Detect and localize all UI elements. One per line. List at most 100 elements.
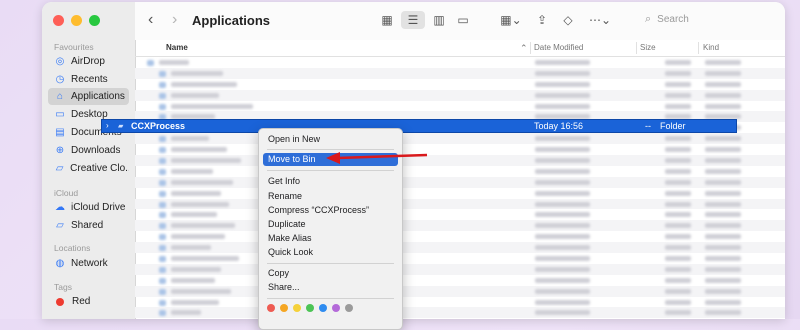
file-date-placeholder	[535, 212, 590, 218]
file-list-row[interactable]	[135, 220, 785, 232]
file-name-placeholder	[171, 266, 221, 272]
menu-item-share[interactable]: Share...	[263, 281, 398, 294]
tag-color-dot[interactable]	[306, 304, 314, 312]
menu-item-label: Copy	[268, 268, 290, 278]
file-name-placeholder	[171, 245, 211, 251]
file-kind-placeholder	[705, 234, 741, 240]
sidebar-item-creative-cloud[interactable]: ▱ Creative Clo...	[48, 160, 129, 177]
file-list-row[interactable]	[135, 166, 785, 177]
tag-color-dot[interactable]	[280, 304, 288, 312]
file-list-row[interactable]	[135, 275, 785, 286]
file-list-row[interactable]	[135, 144, 785, 155]
file-icon	[159, 277, 166, 284]
sidebar: Favourites ◎ AirDrop ◷ Recents ⌂ Applica…	[42, 2, 136, 319]
file-size-placeholder	[665, 168, 691, 174]
file-list-row[interactable]	[135, 155, 785, 166]
sidebar-item-airdrop[interactable]: ◎ AirDrop	[48, 53, 129, 70]
file-name-placeholder	[171, 234, 225, 240]
zoom-button[interactable]	[89, 15, 100, 26]
file-date-placeholder	[535, 158, 590, 164]
file-list-row[interactable]	[135, 198, 785, 210]
selected-file-row[interactable]: › ▰ CCXProcess Today 16:56 -- Folder	[101, 119, 737, 133]
file-list-row[interactable]	[135, 79, 785, 90]
file-size-placeholder	[665, 212, 691, 218]
menu-item-open-in-new[interactable]: Open in New	[263, 133, 398, 146]
menu-item-label: Get Info	[268, 176, 301, 186]
share-icon[interactable]: ⇪	[534, 11, 550, 29]
menu-item-quick-look[interactable]: Quick Look	[263, 246, 398, 259]
chevron-left-icon[interactable]: ‹	[148, 11, 153, 29]
sidebar-item-tag-red[interactable]: Red	[48, 293, 129, 310]
column-name[interactable]: Name	[166, 43, 188, 52]
menu-item-make-alias[interactable]: Make Alias	[263, 232, 398, 245]
file-list-row[interactable]	[135, 297, 785, 308]
file-kind-placeholder	[705, 179, 741, 185]
file-list-row[interactable]	[135, 67, 785, 79]
sidebar-item-label: Network	[71, 258, 108, 269]
file-list-row[interactable]	[135, 133, 785, 145]
file-list-row[interactable]	[135, 57, 785, 68]
minimize-button[interactable]	[71, 15, 82, 26]
sidebar-item-downloads[interactable]: ⊕ Downloads	[48, 142, 129, 159]
file-list-row[interactable]	[135, 209, 785, 220]
search-field[interactable]: ⌕ Search	[645, 13, 689, 26]
tag-color-dot[interactable]	[319, 304, 327, 312]
file-list-row[interactable]	[135, 188, 785, 199]
sidebar-item-shared[interactable]: ▱ Shared	[48, 217, 129, 234]
menu-item-rename[interactable]: Rename	[263, 190, 398, 203]
file-list-row[interactable]	[135, 242, 785, 254]
file-size: --	[645, 121, 651, 131]
file-kind-placeholder	[705, 190, 741, 196]
file-date-placeholder	[535, 190, 590, 196]
tag-color-dot[interactable]	[345, 304, 353, 312]
group-by-icon[interactable]: ▦⌄	[498, 11, 524, 29]
menu-item-copy[interactable]: Copy	[263, 267, 398, 280]
tag-color-dot[interactable]	[332, 304, 340, 312]
menu-item-duplicate[interactable]: Duplicate	[263, 218, 398, 231]
chevron-right-icon[interactable]: ›	[172, 11, 177, 29]
sort-chevron-icon[interactable]: ⌃	[520, 43, 528, 54]
file-size-placeholder	[665, 190, 691, 196]
sidebar-item-label: Red	[72, 296, 91, 307]
menu-item-get-info[interactable]: Get Info	[263, 175, 398, 188]
column-view-icon[interactable]: ▥	[430, 11, 448, 29]
file-name-placeholder	[171, 190, 221, 196]
file-list-row[interactable]	[135, 101, 785, 112]
file-date-placeholder	[535, 201, 590, 207]
file-list-row[interactable]	[135, 231, 785, 242]
file-kind-placeholder	[705, 92, 741, 98]
file-list-row[interactable]	[135, 253, 785, 264]
column-kind[interactable]: Kind	[703, 43, 719, 52]
more-actions-icon[interactable]: ⋯⌄	[587, 11, 613, 29]
close-button[interactable]	[53, 15, 64, 26]
menu-item-compress[interactable]: Compress “CCXProcess”	[263, 204, 398, 217]
column-size[interactable]: Size	[640, 43, 656, 52]
tag-color-dot[interactable]	[267, 304, 275, 312]
file-icon	[159, 288, 166, 295]
file-list-row[interactable]	[135, 263, 785, 275]
file-name-placeholder	[171, 147, 227, 153]
sidebar-item-network[interactable]: ◍ Network	[48, 255, 129, 272]
file-list-row[interactable]	[135, 89, 785, 101]
file-kind-placeholder	[705, 201, 741, 207]
menu-item-label: Compress “CCXProcess”	[268, 205, 370, 215]
tag-icon[interactable]: ◇	[560, 11, 576, 29]
gallery-view-icon[interactable]: ▭	[454, 11, 472, 29]
folder-icon: ▱	[55, 162, 64, 174]
file-list-row[interactable]	[135, 307, 785, 319]
file-list-row[interactable]	[135, 285, 785, 297]
file-kind-placeholder	[705, 70, 741, 76]
column-date-modified[interactable]: Date Modified	[534, 43, 583, 52]
sidebar-item-applications[interactable]: ⌂ Applications	[48, 88, 129, 105]
sidebar-item-recents[interactable]: ◷ Recents	[48, 71, 129, 88]
list-view-icon[interactable]: ☰	[401, 11, 425, 29]
disclosure-chevron-icon[interactable]: ›	[106, 121, 109, 130]
document-icon: ▤	[55, 126, 65, 138]
file-list-row[interactable]	[135, 176, 785, 188]
file-icon	[159, 92, 166, 99]
icon-view-icon[interactable]: ▦	[378, 11, 396, 29]
tag-color-dot[interactable]	[293, 304, 301, 312]
sidebar-item-icloud-drive[interactable]: ☁ iCloud Drive	[48, 199, 129, 216]
menu-item-label: Rename	[268, 191, 303, 201]
menu-item-label: Duplicate	[268, 219, 306, 229]
